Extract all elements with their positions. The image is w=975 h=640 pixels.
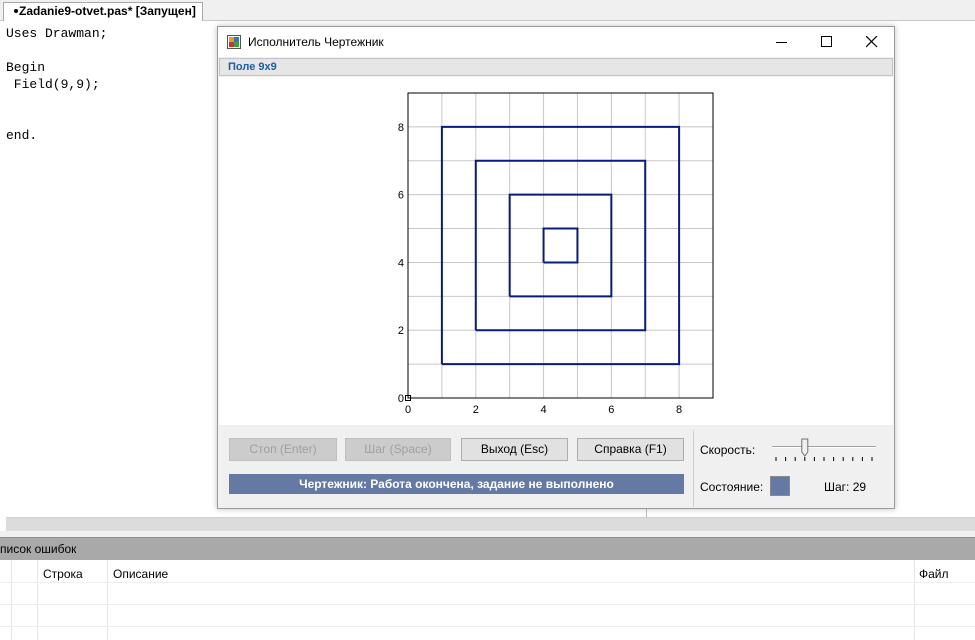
code-text[interactable]: Uses Drawman; Begin Field(9,9); end. (6, 25, 107, 144)
column-header-description[interactable]: Описание (113, 567, 168, 581)
minimize-icon (776, 42, 787, 43)
error-list-panel: писок ошибок Строка Описание Файл (0, 537, 975, 640)
code-line[interactable]: Uses Drawman; (6, 25, 107, 42)
minimize-button[interactable] (759, 27, 804, 57)
x-tick-label: 4 (540, 404, 546, 416)
y-tick-label: 8 (398, 122, 404, 134)
close-button[interactable] (849, 27, 894, 57)
step-button[interactable]: Шаг (Space) (345, 438, 451, 461)
x-tick-label: 8 (676, 404, 682, 416)
status-message: Чертежник: Работа окончена, задание не в… (229, 474, 684, 494)
y-tick-label: 4 (398, 257, 404, 269)
error-list-header: писок ошибок (0, 537, 975, 560)
column-header-line[interactable]: Строка (43, 567, 83, 581)
modified-dot-icon (14, 8, 18, 13)
control-panel: Стоп (Enter) Шаг (Space) Выход (Esc) Спр… (219, 425, 893, 508)
y-tick-label: 0 (398, 393, 404, 405)
ide-screen: Zadanie9-otvet.pas* [Запущен] Uses Drawm… (0, 0, 975, 640)
y-tick-label: 2 (398, 325, 404, 337)
drawing-canvas: 0 2 4 6 8 8 6 4 2 0 (219, 77, 893, 425)
plot-frame (407, 92, 714, 399)
window-title-bar[interactable]: Исполнитель Чертежник (218, 27, 894, 57)
drawn-square (474, 159, 647, 332)
editor-horizontal-scrollbar[interactable] (6, 517, 975, 531)
column-header-file[interactable]: Файл (919, 567, 949, 581)
state-indicator (770, 476, 790, 496)
table-row-divider (0, 582, 975, 583)
state-label: Состояние: (700, 480, 764, 494)
step-counter: Шаг: 29 (824, 480, 867, 494)
editor-tab-label: Zadanie9-otvet.pas* [Запущен] (19, 4, 196, 18)
exit-button[interactable]: Выход (Esc) (461, 438, 568, 461)
code-line[interactable]: end. (6, 127, 107, 144)
column-separator[interactable] (11, 560, 12, 640)
code-line[interactable] (6, 93, 107, 110)
table-row-divider (0, 626, 975, 627)
drawman-window: Исполнитель Чертежник Поле 9x9 0 2 4 6 8 8 6 4 2… (217, 26, 895, 509)
x-tick-label: 2 (473, 404, 479, 416)
column-separator[interactable] (914, 560, 915, 640)
column-separator[interactable] (37, 560, 38, 640)
drawman-field-plot: 0 2 4 6 8 8 6 4 2 0 (398, 92, 714, 416)
maximize-button[interactable] (804, 27, 849, 57)
app-icon (227, 35, 241, 49)
x-tick-label: 6 (608, 404, 614, 416)
code-line[interactable]: Begin (6, 59, 107, 76)
editor-tab-strip: Zadanie9-otvet.pas* [Запущен] (0, 0, 975, 21)
drawn-square (542, 227, 579, 264)
code-line[interactable] (6, 42, 107, 59)
field-header: Поле 9x9 (219, 58, 893, 76)
column-separator[interactable] (107, 560, 108, 640)
speed-slider[interactable] (772, 438, 878, 464)
speed-label: Скорость: (700, 443, 756, 457)
table-row-divider (0, 604, 975, 605)
drawn-square (508, 193, 613, 298)
settings-panel: Скорость: Состояние: Шаг: 29 (693, 430, 893, 507)
editor-tab[interactable]: Zadanie9-otvet.pas* [Запущен] (3, 2, 203, 21)
y-tick-label: 6 (398, 190, 404, 202)
x-tick-label: 0 (405, 404, 411, 416)
error-list-table: Строка Описание Файл (0, 560, 975, 640)
maximize-icon (821, 36, 832, 47)
slider-thumb[interactable] (801, 438, 809, 457)
window-title: Исполнитель Чертежник (248, 35, 384, 49)
code-line[interactable]: Field(9,9); (6, 76, 107, 93)
close-icon (866, 36, 878, 48)
drawn-square (440, 125, 681, 366)
field-label: Поле 9x9 (228, 61, 277, 73)
help-button[interactable]: Справка (F1) (577, 438, 684, 461)
error-list-title: писок ошибок (0, 542, 77, 556)
stop-button[interactable]: Стоп (Enter) (229, 438, 337, 461)
code-line[interactable] (6, 110, 107, 127)
